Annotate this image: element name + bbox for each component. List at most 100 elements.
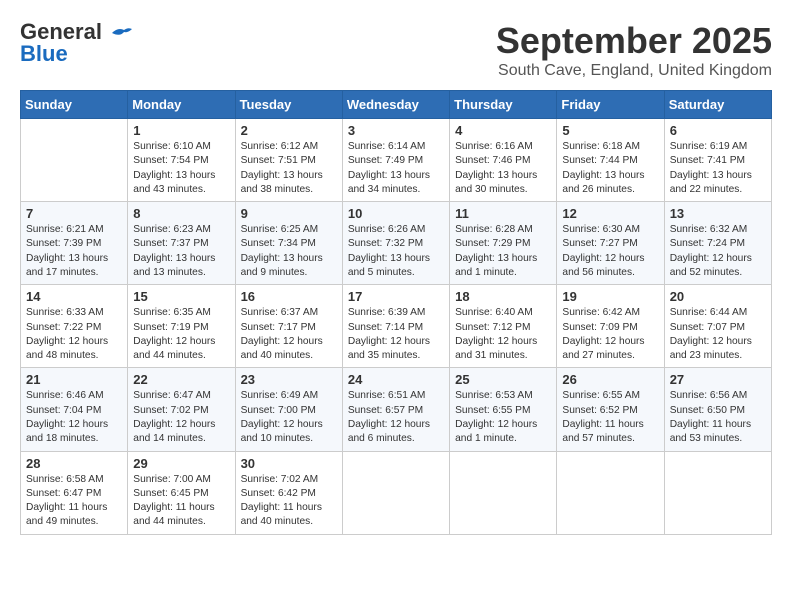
calendar-header-saturday: Saturday	[664, 91, 771, 119]
day-info: Sunrise: 6:16 AMSunset: 7:46 PMDaylight:…	[455, 140, 551, 197]
calendar-cell	[557, 451, 664, 534]
day-number: 5	[562, 123, 658, 138]
day-info: Sunrise: 6:46 AMSunset: 7:04 PMDaylight:…	[26, 389, 122, 446]
day-number: 25	[455, 372, 551, 387]
calendar-cell: 7Sunrise: 6:21 AMSunset: 7:39 PMDaylight…	[21, 202, 128, 285]
day-info: Sunrise: 6:21 AMSunset: 7:39 PMDaylight:…	[26, 223, 122, 280]
calendar-cell: 22 Sunrise: 6:47 AMSunset: 7:02 PMDayligh…	[128, 368, 235, 451]
calendar-week-row: 14 Sunrise: 6:33 AMSunset: 7:22 PMDayligh…	[21, 285, 772, 368]
calendar-cell: 21 Sunrise: 6:46 AMSunset: 7:04 PMDayligh…	[21, 368, 128, 451]
calendar-week-row: 1 Sunrise: 6:10 AMSunset: 7:54 PMDaylight…	[21, 119, 772, 202]
calendar-cell: 10 Sunrise: 6:26 AMSunset: 7:32 PMDayligh…	[342, 202, 449, 285]
day-number: 16	[241, 289, 337, 304]
day-number: 22	[133, 372, 229, 387]
calendar-cell: 5 Sunrise: 6:18 AMSunset: 7:44 PMDaylight…	[557, 119, 664, 202]
calendar-cell	[664, 451, 771, 534]
calendar-cell: 6 Sunrise: 6:19 AMSunset: 7:41 PMDaylight…	[664, 119, 771, 202]
day-info: Sunrise: 6:28 AMSunset: 7:29 PMDaylight:…	[455, 223, 551, 280]
calendar-cell	[21, 119, 128, 202]
day-number: 15	[133, 289, 229, 304]
calendar-cell: 24 Sunrise: 6:51 AMSunset: 6:57 PMDayligh…	[342, 368, 449, 451]
calendar-cell	[342, 451, 449, 534]
day-info: Sunrise: 6:26 AMSunset: 7:32 PMDaylight:…	[348, 223, 444, 280]
day-number: 14	[26, 289, 122, 304]
day-info: Sunrise: 6:39 AMSunset: 7:14 PMDaylight:…	[348, 306, 444, 363]
logo: General Blue	[20, 20, 132, 65]
day-info: Sunrise: 6:19 AMSunset: 7:41 PMDaylight:…	[670, 140, 766, 197]
calendar-header-wednesday: Wednesday	[342, 91, 449, 119]
day-info: Sunrise: 6:32 AMSunset: 7:24 PMDaylight:…	[670, 223, 766, 280]
calendar-cell: 15Sunrise: 6:35 AMSunset: 7:19 PMDayligh…	[128, 285, 235, 368]
calendar-cell: 8Sunrise: 6:23 AMSunset: 7:37 PMDaylight…	[128, 202, 235, 285]
month-title: September 2025	[496, 20, 772, 62]
day-number: 13	[670, 206, 766, 221]
calendar-cell: 29Sunrise: 7:00 AMSunset: 6:45 PMDayligh…	[128, 451, 235, 534]
calendar-cell: 23 Sunrise: 6:49 AMSunset: 7:00 PMDayligh…	[235, 368, 342, 451]
day-info: Sunrise: 6:40 AMSunset: 7:12 PMDaylight:…	[455, 306, 551, 363]
calendar-cell: 4 Sunrise: 6:16 AMSunset: 7:46 PMDaylight…	[450, 119, 557, 202]
day-info: Sunrise: 6:14 AMSunset: 7:49 PMDaylight:…	[348, 140, 444, 197]
calendar-header-monday: Monday	[128, 91, 235, 119]
day-info: Sunrise: 6:47 AMSunset: 7:02 PMDaylight:…	[133, 389, 229, 446]
calendar-cell: 3 Sunrise: 6:14 AMSunset: 7:49 PMDaylight…	[342, 119, 449, 202]
calendar-header-sunday: Sunday	[21, 91, 128, 119]
day-number: 11	[455, 206, 551, 221]
day-number: 21	[26, 372, 122, 387]
day-number: 28	[26, 456, 122, 471]
calendar-cell: 9 Sunrise: 6:25 AMSunset: 7:34 PMDaylight…	[235, 202, 342, 285]
day-info: Sunrise: 6:42 AMSunset: 7:09 PMDaylight:…	[562, 306, 658, 363]
calendar-cell: 1 Sunrise: 6:10 AMSunset: 7:54 PMDaylight…	[128, 119, 235, 202]
day-info: Sunrise: 6:18 AMSunset: 7:44 PMDaylight:…	[562, 140, 658, 197]
calendar-week-row: 7Sunrise: 6:21 AMSunset: 7:39 PMDaylight…	[21, 202, 772, 285]
calendar-cell: 20 Sunrise: 6:44 AMSunset: 7:07 PMDayligh…	[664, 285, 771, 368]
day-info: Sunrise: 6:25 AMSunset: 7:34 PMDaylight:…	[241, 223, 337, 280]
day-info: Sunrise: 7:00 AMSunset: 6:45 PMDaylight:…	[133, 473, 229, 530]
calendar-table: SundayMondayTuesdayWednesdayThursdayFrid…	[20, 90, 772, 535]
day-number: 18	[455, 289, 551, 304]
day-info: Sunrise: 6:58 AMSunset: 6:47 PMDaylight:…	[26, 473, 122, 530]
day-number: 17	[348, 289, 444, 304]
calendar-cell	[450, 451, 557, 534]
calendar-cell: 16 Sunrise: 6:37 AMSunset: 7:17 PMDayligh…	[235, 285, 342, 368]
day-info: Sunrise: 6:33 AMSunset: 7:22 PMDaylight:…	[26, 306, 122, 363]
day-number: 3	[348, 123, 444, 138]
location: South Cave, England, United Kingdom	[496, 62, 772, 80]
calendar-week-row: 21 Sunrise: 6:46 AMSunset: 7:04 PMDayligh…	[21, 368, 772, 451]
day-info: Sunrise: 7:02 AMSunset: 6:42 PMDaylight:…	[241, 473, 337, 530]
day-number: 9	[241, 206, 337, 221]
day-number: 4	[455, 123, 551, 138]
calendar-header-friday: Friday	[557, 91, 664, 119]
day-number: 26	[562, 372, 658, 387]
logo-blue: Blue	[20, 43, 68, 65]
calendar-cell: 27Sunrise: 6:56 AMSunset: 6:50 PMDayligh…	[664, 368, 771, 451]
logo-bird-icon	[110, 25, 132, 41]
calendar-cell: 11 Sunrise: 6:28 AMSunset: 7:29 PMDayligh…	[450, 202, 557, 285]
calendar-cell: 25Sunrise: 6:53 AMSunset: 6:55 PMDayligh…	[450, 368, 557, 451]
day-info: Sunrise: 6:10 AMSunset: 7:54 PMDaylight:…	[133, 140, 229, 197]
calendar-cell: 12 Sunrise: 6:30 AMSunset: 7:27 PMDayligh…	[557, 202, 664, 285]
day-info: Sunrise: 6:55 AMSunset: 6:52 PMDaylight:…	[562, 389, 658, 446]
calendar-header-tuesday: Tuesday	[235, 91, 342, 119]
day-number: 20	[670, 289, 766, 304]
day-info: Sunrise: 6:12 AMSunset: 7:51 PMDaylight:…	[241, 140, 337, 197]
day-number: 1	[133, 123, 229, 138]
day-number: 24	[348, 372, 444, 387]
calendar-cell: 18 Sunrise: 6:40 AMSunset: 7:12 PMDayligh…	[450, 285, 557, 368]
calendar-cell: 2Sunrise: 6:12 AMSunset: 7:51 PMDaylight…	[235, 119, 342, 202]
day-number: 6	[670, 123, 766, 138]
day-info: Sunrise: 6:44 AMSunset: 7:07 PMDaylight:…	[670, 306, 766, 363]
calendar-cell: 30 Sunrise: 7:02 AMSunset: 6:42 PMDayligh…	[235, 451, 342, 534]
day-info: Sunrise: 6:51 AMSunset: 6:57 PMDaylight:…	[348, 389, 444, 446]
calendar-cell: 19Sunrise: 6:42 AMSunset: 7:09 PMDayligh…	[557, 285, 664, 368]
calendar-header-row: SundayMondayTuesdayWednesdayThursdayFrid…	[21, 91, 772, 119]
day-info: Sunrise: 6:37 AMSunset: 7:17 PMDaylight:…	[241, 306, 337, 363]
day-number: 30	[241, 456, 337, 471]
day-number: 12	[562, 206, 658, 221]
day-info: Sunrise: 6:30 AMSunset: 7:27 PMDaylight:…	[562, 223, 658, 280]
calendar-cell: 17 Sunrise: 6:39 AMSunset: 7:14 PMDayligh…	[342, 285, 449, 368]
day-number: 23	[241, 372, 337, 387]
day-number: 8	[133, 206, 229, 221]
day-number: 10	[348, 206, 444, 221]
day-info: Sunrise: 6:49 AMSunset: 7:00 PMDaylight:…	[241, 389, 337, 446]
calendar-cell: 13 Sunrise: 6:32 AMSunset: 7:24 PMDayligh…	[664, 202, 771, 285]
